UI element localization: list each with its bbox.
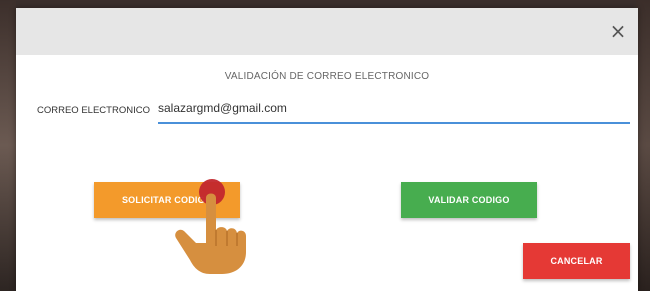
email-field[interactable] — [158, 96, 630, 124]
dialog-header: × — [16, 8, 638, 55]
validate-code-button[interactable]: VALIDAR CODIGO — [401, 182, 537, 218]
email-label: CORREO ELECTRONICO — [37, 105, 150, 116]
close-icon[interactable]: × — [608, 21, 628, 41]
backdrop-right — [636, 0, 650, 291]
hand-pointer-icon — [175, 179, 246, 274]
cancel-button[interactable]: CANCELAR — [523, 243, 630, 279]
email-validation-dialog: × VALIDACIÓN DE CORREO ELECTRONICO CORRE… — [16, 8, 638, 291]
dialog-title: VALIDACIÓN DE CORREO ELECTRONICO — [224, 71, 430, 82]
backdrop-left — [0, 0, 16, 291]
